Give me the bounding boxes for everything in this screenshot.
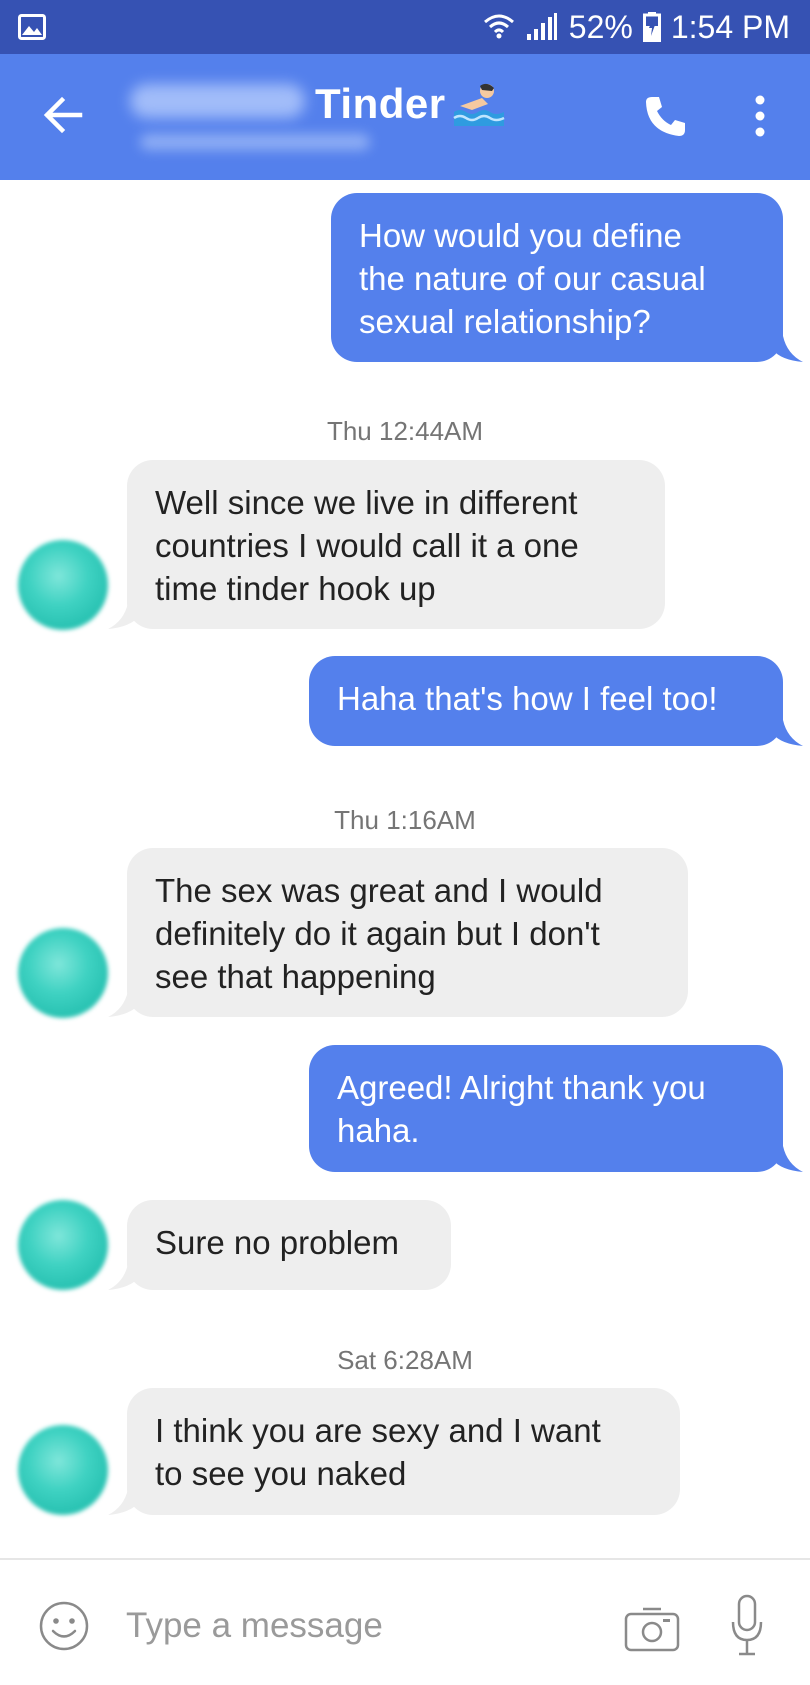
- status-bar: 52% 1:54 PM: [0, 0, 810, 54]
- message-line: How would you define: [359, 217, 682, 254]
- message-line: Agreed! Alright thank you: [337, 1069, 706, 1106]
- bubble-tail: [108, 603, 138, 629]
- message-line: time tinder hook up: [155, 570, 436, 607]
- message-line: the nature of our casual: [359, 260, 706, 297]
- bubble-tail: [773, 1146, 803, 1172]
- more-options-icon[interactable]: [748, 92, 772, 140]
- incoming-message[interactable]: I think you are sexy and I want to see y…: [127, 1388, 680, 1515]
- outgoing-message[interactable]: Agreed! Alright thank you haha.: [309, 1045, 783, 1172]
- outgoing-message[interactable]: How would you define the nature of our c…: [331, 193, 783, 362]
- timestamp: Thu 12:44AM: [326, 416, 484, 446]
- battery-icon: [642, 12, 661, 42]
- message-line: sexual relationship?: [359, 303, 651, 340]
- message-line: The sex was great and I would: [155, 872, 603, 909]
- contact-avatar[interactable]: [18, 1425, 108, 1515]
- bubble-tail: [108, 1489, 138, 1515]
- microphone-icon[interactable]: [730, 1594, 764, 1658]
- timestamp: Sat 6:28AM: [337, 1345, 473, 1375]
- message-composer: [0, 1560, 810, 1685]
- emoji-icon[interactable]: [38, 1600, 90, 1652]
- contact-title[interactable]: Tinder: [315, 80, 446, 128]
- contact-avatar[interactable]: [18, 928, 108, 1018]
- conversation-header: Tinder: [0, 54, 810, 180]
- swimmer-emoji-icon: [453, 83, 505, 126]
- bubble-tail: [108, 991, 138, 1017]
- incoming-message[interactable]: Well since we live in different countrie…: [127, 460, 665, 629]
- bubble-tail: [773, 720, 803, 746]
- clock: 1:54 PM: [670, 8, 790, 45]
- message-line: Haha that's how I feel too!: [337, 680, 718, 717]
- wifi-icon: [483, 14, 514, 39]
- message-input[interactable]: [126, 1598, 596, 1654]
- message-line: Sure no problem: [155, 1224, 399, 1261]
- battery-percent: 52%: [568, 8, 633, 45]
- camera-icon[interactable]: [623, 1600, 681, 1654]
- bubble-tail: [108, 1264, 138, 1290]
- phone-call-icon[interactable]: [643, 94, 687, 138]
- outgoing-message[interactable]: Haha that's how I feel too!: [309, 656, 783, 746]
- contact-avatar[interactable]: [18, 1200, 108, 1290]
- incoming-message[interactable]: Sure no problem: [127, 1200, 451, 1290]
- back-arrow-icon[interactable]: [40, 92, 86, 138]
- bubble-tail: [773, 336, 803, 362]
- timestamp: Thu 1:16AM: [334, 805, 476, 835]
- message-line: I think you are sexy and I want: [155, 1412, 601, 1449]
- message-line: to see you naked: [155, 1455, 407, 1492]
- message-line: Well since we live in different: [155, 484, 578, 521]
- gallery-notification-icon: [18, 14, 46, 40]
- message-line: countries I would call it a one: [155, 527, 579, 564]
- incoming-message[interactable]: The sex was great and I would definitely…: [127, 848, 688, 1017]
- contact-name-redacted: [130, 84, 305, 118]
- message-line: haha.: [337, 1112, 420, 1149]
- message-line: definitely do it again but I don't: [155, 915, 600, 952]
- contact-avatar[interactable]: [18, 540, 108, 630]
- message-line: see that happening: [155, 958, 436, 995]
- contact-number-redacted: [140, 134, 370, 150]
- cell-signal-icon: [526, 13, 557, 40]
